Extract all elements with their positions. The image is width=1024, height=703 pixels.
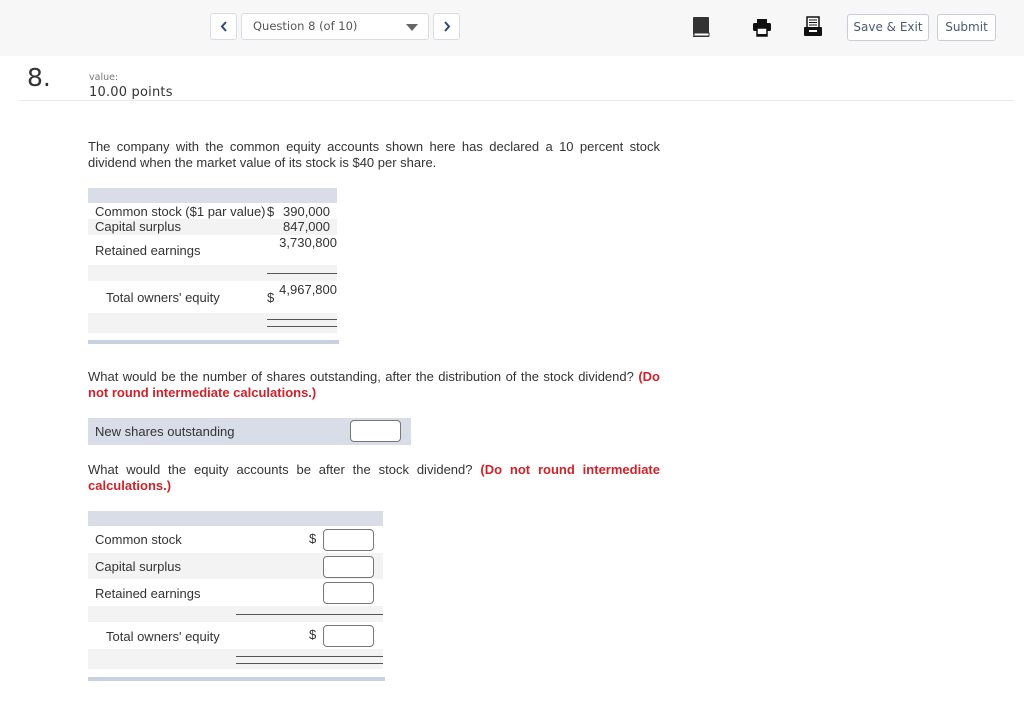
header-divider bbox=[20, 100, 1014, 101]
subtotal-rule bbox=[236, 614, 383, 615]
common-stock-input[interactable] bbox=[323, 529, 374, 551]
chevron-left-icon bbox=[220, 21, 227, 32]
new-shares-outstanding-input[interactable] bbox=[350, 420, 401, 442]
next-question-button[interactable] bbox=[433, 13, 460, 40]
part2-question: What would the equity accounts be after … bbox=[88, 462, 473, 477]
part1-prompt: What would be the number of shares outst… bbox=[88, 369, 660, 400]
answer-row-label: Common stock bbox=[95, 532, 182, 547]
save-exit-button[interactable]: Save & Exit bbox=[847, 14, 929, 41]
given-total-value: 4,967,800 bbox=[279, 282, 337, 297]
given-row-value: 847,000 bbox=[283, 219, 330, 234]
row-shade bbox=[88, 649, 383, 669]
retained-earnings-input[interactable] bbox=[323, 582, 374, 604]
double-rule-bottom bbox=[267, 326, 337, 327]
previous-question-button[interactable] bbox=[210, 13, 237, 40]
double-rule-bottom bbox=[236, 663, 383, 664]
total-owners-equity-input[interactable] bbox=[323, 625, 374, 647]
table-header-band bbox=[88, 188, 337, 203]
new-shares-label: New shares outstanding bbox=[95, 424, 235, 439]
table-footer-bar bbox=[88, 677, 385, 681]
double-rule-top bbox=[236, 656, 383, 657]
question-number: 8. bbox=[27, 63, 51, 92]
chevron-right-icon bbox=[443, 21, 450, 32]
given-row-value: 390,000 bbox=[283, 204, 330, 219]
answer-total-label: Total owners' equity bbox=[106, 629, 220, 644]
question-points: 10.00 points bbox=[89, 85, 173, 100]
part2-prompt: What would the equity accounts be after … bbox=[88, 462, 660, 493]
given-row-value: 3,730,800 bbox=[279, 235, 337, 250]
answer-row-label: Capital surplus bbox=[95, 559, 181, 574]
table-header-band bbox=[88, 511, 383, 526]
calculator-icon[interactable] bbox=[803, 16, 823, 38]
print-icon[interactable] bbox=[752, 16, 772, 38]
question-intro: The company with the common equity accou… bbox=[88, 139, 660, 170]
dropdown-caret-icon bbox=[406, 24, 418, 31]
given-row-label: Common stock ($1 par value) bbox=[95, 204, 266, 219]
given-total-label: Total owners' equity bbox=[106, 290, 220, 305]
row-shade bbox=[88, 313, 337, 333]
question-selector-label: Question 8 (of 10) bbox=[253, 19, 358, 33]
ebook-icon[interactable] bbox=[691, 16, 711, 38]
submit-button[interactable]: Submit bbox=[937, 14, 996, 41]
capital-surplus-input[interactable] bbox=[323, 556, 374, 578]
answer-row-currency: $ bbox=[309, 531, 317, 546]
double-rule-top bbox=[267, 319, 337, 320]
question-selector[interactable]: Question 8 (of 10) bbox=[241, 13, 429, 40]
answer-row-label: Retained earnings bbox=[95, 586, 201, 601]
value-label: value: bbox=[89, 72, 119, 83]
subtotal-rule bbox=[267, 273, 337, 274]
given-row-label: Retained earnings bbox=[95, 243, 201, 258]
answer-total-currency: $ bbox=[309, 627, 317, 642]
table-footer-bar bbox=[88, 340, 339, 344]
top-navigation-bar: Question 8 (of 10) Save & Exit Submit bbox=[0, 0, 1024, 56]
given-row-label: Capital surplus bbox=[95, 219, 181, 234]
part1-question: What would be the number of shares outst… bbox=[88, 369, 634, 384]
